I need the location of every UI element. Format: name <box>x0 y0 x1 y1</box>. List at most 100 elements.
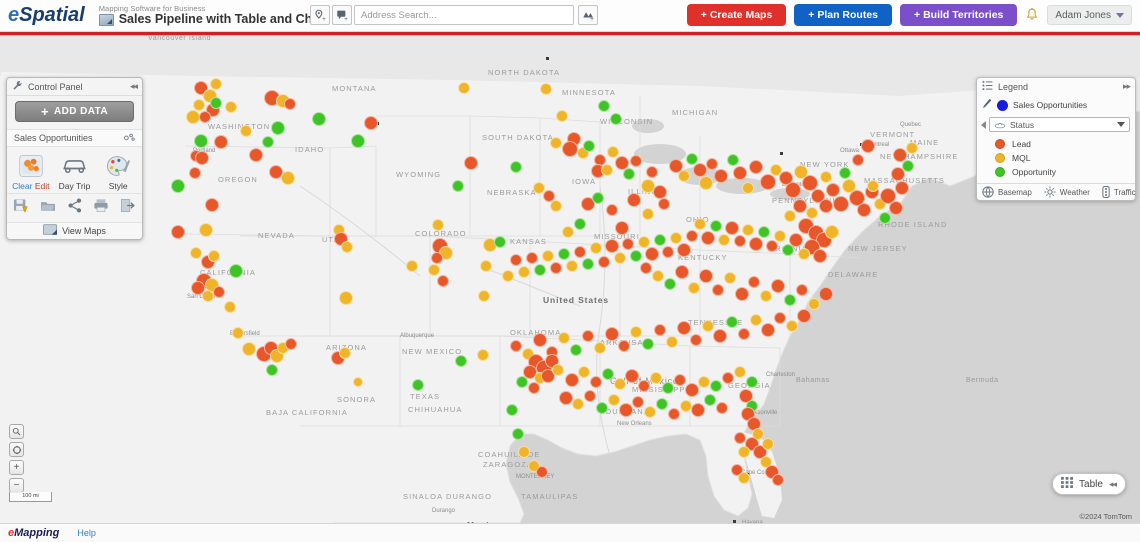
map-marker[interactable] <box>622 238 634 250</box>
map-marker[interactable] <box>833 196 849 212</box>
map-marker[interactable] <box>606 204 618 216</box>
map-marker[interactable] <box>552 364 564 376</box>
map-marker[interactable] <box>225 101 237 113</box>
map-marker[interactable] <box>630 250 642 262</box>
map-marker[interactable] <box>766 240 778 252</box>
map-marker[interactable] <box>674 374 686 386</box>
map-marker[interactable] <box>857 203 871 217</box>
map-marker[interactable] <box>826 183 840 197</box>
day-trip-tool[interactable]: Day Trip <box>53 152 97 191</box>
map-marker[interactable] <box>518 446 530 458</box>
map-marker[interactable] <box>630 326 642 338</box>
collapse-right-icon[interactable]: ◂◂ <box>1109 479 1117 490</box>
map-marker[interactable] <box>312 112 326 126</box>
map-marker[interactable] <box>208 250 220 262</box>
map-marker[interactable] <box>518 266 530 278</box>
map-marker[interactable] <box>452 180 464 192</box>
map-marker[interactable] <box>516 376 528 388</box>
map-marker[interactable] <box>714 169 728 183</box>
map-marker[interactable] <box>694 218 706 230</box>
map-marker[interactable] <box>189 167 201 179</box>
map-marker[interactable] <box>171 179 185 193</box>
map-marker[interactable] <box>710 220 722 232</box>
map-marker[interactable] <box>464 156 478 170</box>
map-marker[interactable] <box>232 327 244 339</box>
map-marker[interactable] <box>582 330 594 342</box>
map-marker[interactable] <box>653 185 667 199</box>
map-marker[interactable] <box>895 181 909 195</box>
traffic-button[interactable]: Traffic <box>1102 186 1136 198</box>
map-marker[interactable] <box>190 247 202 259</box>
map-marker[interactable] <box>494 236 506 248</box>
map-marker[interactable] <box>760 174 776 190</box>
map-marker[interactable] <box>867 180 879 192</box>
notification-bell-icon[interactable] <box>1025 7 1039 23</box>
map-marker[interactable] <box>353 377 363 387</box>
collapse-left-icon[interactable]: ◂◂ <box>130 81 138 92</box>
map-marker[interactable] <box>431 252 443 264</box>
map-marker[interactable] <box>701 231 715 245</box>
map-marker[interactable] <box>749 160 763 174</box>
map-marker[interactable] <box>364 116 378 130</box>
map-marker[interactable] <box>536 466 548 478</box>
map-marker[interactable] <box>675 265 689 279</box>
map-marker[interactable] <box>574 218 586 230</box>
map-marker[interactable] <box>738 328 750 340</box>
map-marker[interactable] <box>528 382 540 394</box>
map-marker[interactable] <box>813 249 827 263</box>
map-marker[interactable] <box>654 234 666 246</box>
collapse-triangle-icon[interactable] <box>981 120 986 129</box>
map-marker[interactable] <box>210 97 222 109</box>
expand-right-icon[interactable]: ▸▸ <box>1123 81 1131 92</box>
map-marker[interactable] <box>819 287 833 301</box>
map-marker[interactable] <box>712 284 724 296</box>
map-marker[interactable] <box>656 398 668 410</box>
map-marker[interactable] <box>750 314 762 326</box>
map-marker[interactable] <box>510 340 522 352</box>
map-marker[interactable] <box>623 168 635 180</box>
map-marker[interactable] <box>510 161 522 173</box>
map-marker[interactable] <box>502 270 514 282</box>
map-marker[interactable] <box>582 258 594 270</box>
map-marker[interactable] <box>550 262 562 274</box>
search-input[interactable] <box>354 5 574 25</box>
map-marker[interactable] <box>861 139 875 153</box>
map-marker[interactable] <box>186 110 200 124</box>
map-marker[interactable] <box>688 282 700 294</box>
map-marker[interactable] <box>774 230 786 242</box>
map-marker[interactable] <box>733 166 747 180</box>
map-marker[interactable] <box>724 272 736 284</box>
create-maps-button[interactable]: + Create Maps <box>686 4 787 26</box>
map-marker[interactable] <box>171 225 185 239</box>
map-marker[interactable] <box>742 224 754 236</box>
map-marker[interactable] <box>572 398 584 410</box>
map-marker[interactable] <box>819 199 833 213</box>
map-marker[interactable] <box>782 244 794 256</box>
map-marker[interactable] <box>772 474 784 486</box>
map-marker[interactable] <box>199 111 211 123</box>
map-marker[interactable] <box>632 396 644 408</box>
map-marker[interactable] <box>906 142 918 154</box>
map-marker[interactable] <box>214 135 228 149</box>
map-marker[interactable] <box>677 243 691 257</box>
add-route-icon[interactable]: + <box>578 5 598 25</box>
map-marker[interactable] <box>774 312 786 324</box>
map-marker[interactable] <box>406 260 418 272</box>
map-marker[interactable] <box>638 236 650 248</box>
map-marker[interactable] <box>202 290 214 302</box>
add-marker-icon[interactable]: + <box>332 5 352 25</box>
table-widget[interactable]: Table ◂◂ <box>1052 473 1126 495</box>
map-marker[interactable] <box>506 404 518 416</box>
map-marker[interactable] <box>610 113 622 125</box>
map-marker[interactable] <box>762 438 774 450</box>
map-marker[interactable] <box>240 125 252 137</box>
zoom-box-button[interactable] <box>9 424 24 439</box>
style-tool[interactable]: Style <box>96 152 140 191</box>
map-marker[interactable] <box>605 239 619 253</box>
map-marker[interactable] <box>749 237 763 251</box>
map-marker[interactable] <box>614 252 626 264</box>
map-marker[interactable] <box>666 336 678 348</box>
map-marker[interactable] <box>213 286 225 298</box>
map-marker[interactable] <box>590 376 602 388</box>
map-marker[interactable] <box>698 376 710 388</box>
